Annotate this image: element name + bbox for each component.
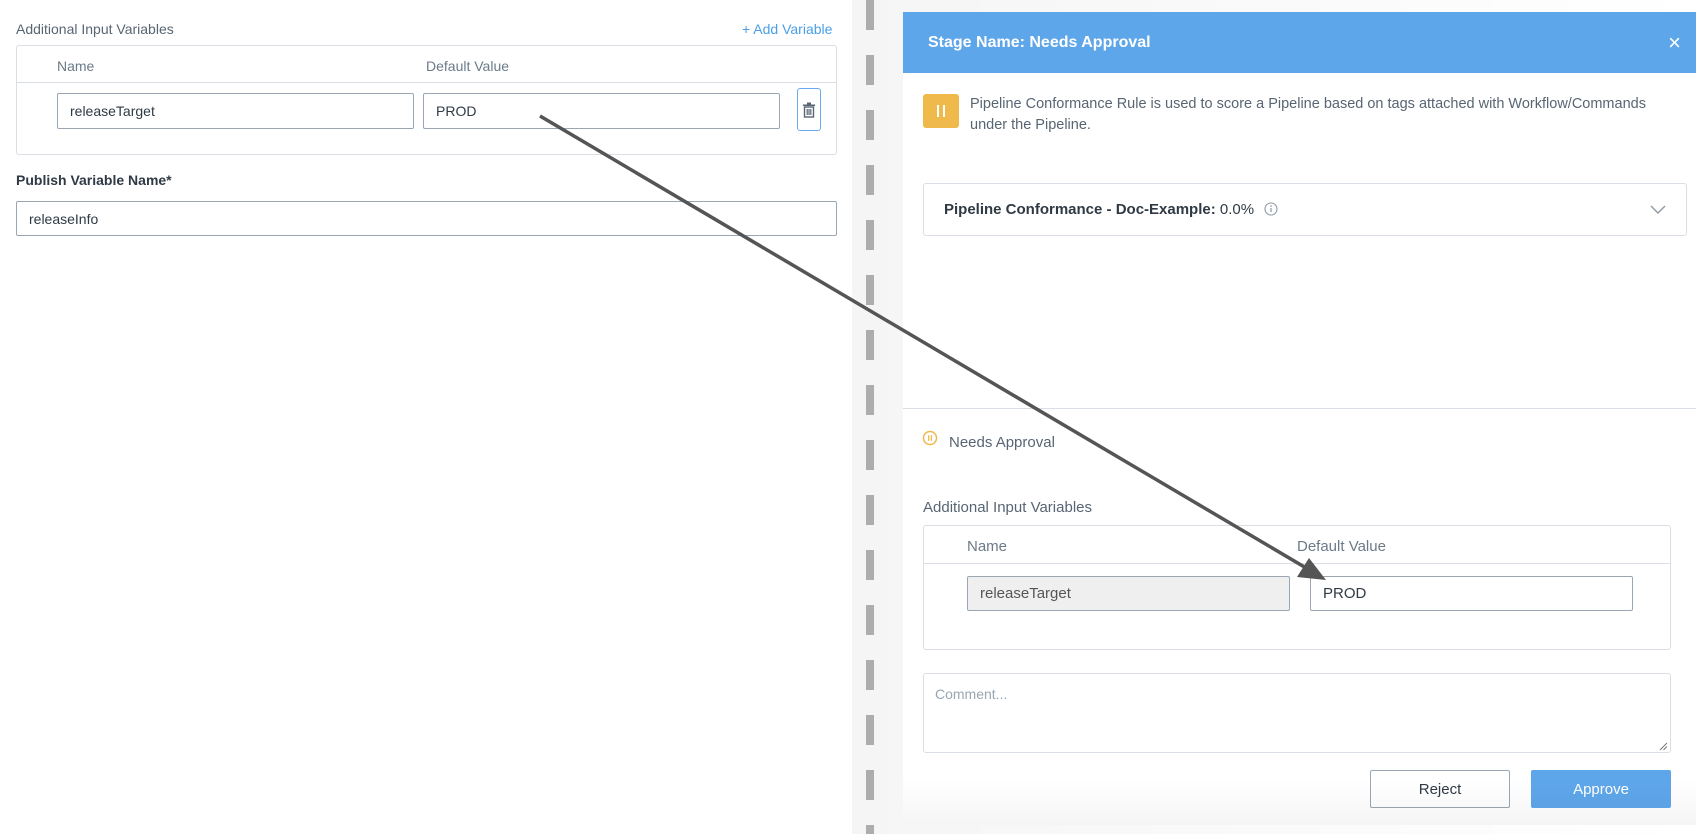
dialog-variable-name-field: releaseTarget [967,576,1290,611]
left-section-label: Additional Input Variables [16,21,174,37]
publish-variable-input[interactable]: releaseInfo [16,201,837,236]
trash-icon [803,102,815,118]
dialog-table-divider [924,563,1670,564]
pause-icon [923,94,959,128]
add-variable-link[interactable]: + Add Variable [742,21,832,37]
conformance-summary: Pipeline Conformance - Doc-Example: 0.0% [944,201,1278,218]
status-dot-icon [922,430,938,446]
left-col-name-header: Name [57,58,95,74]
resize-grip-icon[interactable] [1659,742,1668,751]
conformance-panel[interactable]: Pipeline Conformance - Doc-Example: 0.0% [923,183,1687,236]
info-icon[interactable] [1264,202,1278,216]
conformance-info-text: Pipeline Conformance Rule is used to sco… [970,96,1646,133]
dialog-variable-default-input[interactable]: PROD [1310,576,1633,611]
dialog-section-label: Additional Input Variables [923,499,1092,516]
chevron-down-icon[interactable] [1650,205,1666,215]
close-icon[interactable]: × [1668,31,1681,54]
reject-button[interactable]: Reject [1370,770,1510,808]
approval-status-text: Needs Approval [949,434,1055,451]
dialog-col-default-header: Default Value [1297,538,1386,555]
dialog-header: Stage Name: Needs Approval × [903,12,1696,73]
delete-variable-button[interactable] [797,88,821,131]
left-table-divider [17,82,836,83]
comment-textarea[interactable]: Comment... [923,673,1671,753]
left-variable-default-input[interactable]: PROD [423,93,780,129]
conformance-value: 0.0% [1219,201,1255,218]
conformance-label: Pipeline Conformance - Doc-Example: [944,201,1216,218]
dialog-title: Stage Name: Needs Approval [928,33,1151,51]
dialog-divider [903,408,1696,409]
publish-variable-label: Publish Variable Name* [16,172,172,188]
approve-button[interactable]: Approve [1531,770,1671,808]
dialog-col-name-header: Name [967,538,1008,555]
left-variable-name-input[interactable]: releaseTarget [57,93,414,129]
left-col-default-header: Default Value [426,58,510,74]
